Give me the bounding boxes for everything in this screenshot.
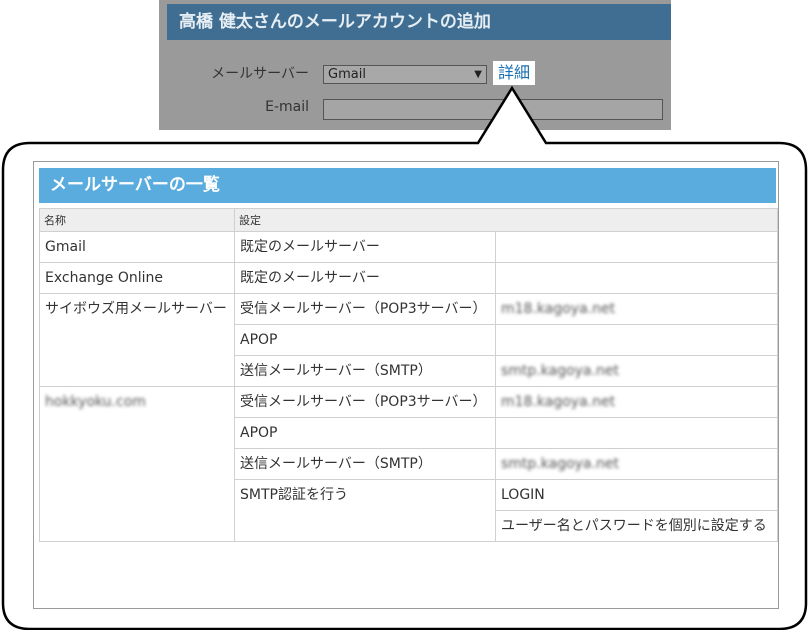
setting-value: ユーザー名とパスワードを個別に設定する — [495, 510, 778, 542]
setting-label: 既定のメールサーバー — [234, 262, 496, 294]
setting-label: APOP — [234, 324, 496, 356]
setting-label: 既定のメールサーバー — [234, 231, 496, 263]
setting-label: 受信メールサーバー（POP3サーバー） — [234, 293, 496, 325]
table-row: サイボウズ用メールサーバー 受信メールサーバー（POP3サーバー） m18.ka… — [39, 293, 778, 387]
smtp-server-value: smtp.kagoya.net — [501, 456, 619, 472]
setting-value — [495, 262, 778, 294]
setting-value — [495, 231, 778, 263]
setting-value: LOGIN — [495, 479, 778, 511]
server-name-text: hokkyoku.com — [45, 394, 146, 410]
server-list-title: メールサーバーの一覧 — [39, 168, 776, 203]
pop-server-value: m18.kagoya.net — [501, 301, 616, 317]
setting-value: m18.kagoya.net — [495, 293, 778, 325]
table-header-row: 名称 設定 — [39, 208, 778, 232]
setting-value: smtp.kagoya.net — [495, 355, 778, 387]
server-name: Gmail — [39, 231, 235, 263]
setting-label: 受信メールサーバー（POP3サーバー） — [234, 386, 496, 418]
server-table: 名称 設定 Gmail 既定のメールサーバー Exchange Online 既… — [39, 208, 778, 542]
setting-label: APOP — [234, 417, 496, 449]
server-name: Exchange Online — [39, 262, 235, 294]
server-name: サイボウズ用メールサーバー — [39, 293, 235, 387]
setting-value — [495, 324, 778, 356]
table-row: Exchange Online 既定のメールサーバー — [39, 262, 778, 294]
pop-server-value: m18.kagoya.net — [501, 394, 616, 410]
table-row: hokkyoku.com 受信メールサーバー（POP3サーバー） m18.kag… — [39, 386, 778, 542]
header-settings: 設定 — [234, 208, 778, 232]
setting-value: m18.kagoya.net — [495, 386, 778, 418]
smtp-server-value: smtp.kagoya.net — [501, 363, 619, 379]
setting-label: 送信メールサーバー（SMTP） — [234, 355, 496, 387]
setting-label: 送信メールサーバー（SMTP） — [234, 448, 496, 480]
setting-value — [495, 417, 778, 449]
server-name: hokkyoku.com — [39, 386, 235, 542]
server-list-panel: メールサーバーの一覧 名称 設定 Gmail 既定のメールサーバー Exchan… — [33, 161, 779, 609]
setting-label: SMTP認証を行う — [234, 479, 496, 542]
header-name: 名称 — [39, 208, 235, 232]
setting-value: smtp.kagoya.net — [495, 448, 778, 480]
table-row: Gmail 既定のメールサーバー — [39, 231, 778, 263]
